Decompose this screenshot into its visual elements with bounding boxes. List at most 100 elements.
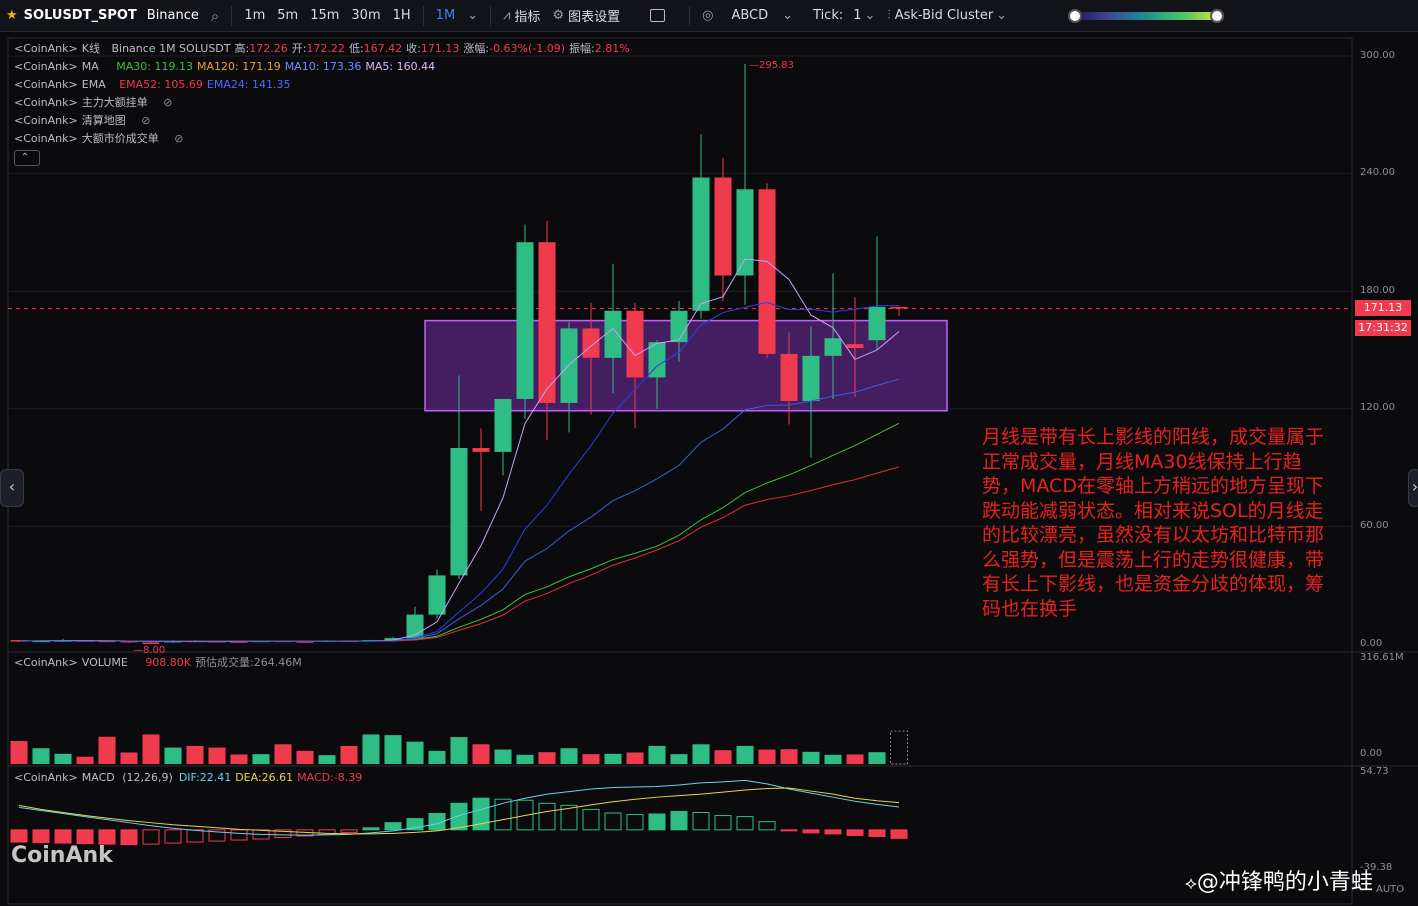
volume-bar — [780, 749, 798, 764]
symbol-name: SOLUSDT_SPOT — [23, 8, 137, 23]
symbol-selector[interactable]: ★ SOLUSDT_SPOT Binance — [0, 0, 205, 31]
change-value: -0.63%(-1.09) — [489, 42, 566, 55]
open-value: 172.22 — [306, 42, 345, 55]
legend-big-market: <CoinAnk> 大额市价成交单 ⊘ — [14, 130, 634, 148]
volume-bar — [868, 752, 886, 764]
candle-body — [560, 328, 578, 403]
candle-body — [868, 306, 886, 341]
indicators-button[interactable]: ⩘ 指标 — [497, 0, 546, 31]
volume-bar — [384, 735, 402, 764]
candle-body — [582, 328, 600, 358]
eye-off-icon[interactable]: ⊘ — [141, 114, 150, 127]
drawing-selector[interactable]: ABCD ⌄ — [719, 0, 799, 31]
candle-body — [780, 353, 798, 401]
volume-bar — [230, 754, 248, 764]
gradient-bar[interactable] — [1068, 8, 1225, 23]
macd-histogram-bar — [186, 829, 204, 843]
legend-prefix: <CoinAnk> — [14, 656, 78, 669]
legend-volume: <CoinAnk> VOLUME 908.80K 预估成交量:264.46M — [14, 654, 306, 672]
macd-dea-value: DEA:26.61 — [235, 771, 294, 784]
candle-body — [494, 399, 512, 452]
ma30-value: MA30: 119.13 — [116, 60, 193, 73]
interval-15m[interactable]: 15m — [304, 0, 345, 31]
candle-body — [516, 242, 534, 399]
chart-area[interactable]: —295.83 —8.00 <CoinAnk> K线 Binance 1M SOLU… — [0, 32, 1418, 906]
slider-handle-right[interactable] — [1210, 8, 1225, 23]
countdown-tag: 17:31:32 — [1355, 320, 1411, 336]
candle-body — [472, 448, 490, 452]
interval-30m[interactable]: 30m — [345, 0, 386, 31]
volume-bar — [692, 744, 710, 764]
chevron-down-icon[interactable]: ⌄ — [461, 0, 484, 31]
macd-histogram-bar — [54, 829, 72, 844]
legend-name: EMA — [81, 78, 106, 91]
close-label: 收: — [406, 42, 421, 55]
heatmap-gradient-slider[interactable] — [1067, 0, 1225, 31]
divider — [689, 5, 691, 26]
exchange-name: Binance — [146, 8, 199, 23]
macd-histogram-bar — [692, 811, 710, 831]
macd-histogram-bar — [780, 829, 798, 832]
volume-bar — [670, 754, 688, 764]
indicators-label: 指标 — [514, 10, 541, 25]
auto-scale-label[interactable]: AUTO — [1376, 884, 1404, 895]
interval-1h[interactable]: 1H — [387, 0, 417, 31]
star-icon[interactable]: ★ — [6, 8, 18, 23]
chart-settings-button[interactable]: ⚙ 图表设置 — [546, 0, 626, 31]
interval-1M[interactable]: 1M — [430, 0, 462, 31]
volume-bar — [340, 745, 358, 764]
volume-bar — [318, 755, 336, 764]
macd-histogram-bar — [736, 816, 754, 831]
eye-icon[interactable]: ◎ — [696, 0, 719, 31]
eye-off-icon[interactable]: ⊘ — [163, 96, 172, 109]
gear-icon: ⚙ — [552, 8, 565, 23]
fullscreen-button[interactable] — [644, 0, 671, 31]
cluster-icon: ⫶ — [887, 8, 891, 23]
macd-histogram-bar — [362, 827, 380, 831]
square-icon — [650, 9, 666, 22]
macd-histogram-bar — [384, 822, 402, 831]
candle-body — [626, 310, 644, 378]
volume-bar — [296, 750, 314, 764]
price-tick: 0.00 — [1360, 638, 1383, 649]
scroll-right-button[interactable]: › — [1408, 469, 1418, 507]
eye-off-icon[interactable]: ⊘ — [174, 132, 183, 145]
cluster-selector[interactable]: ⫶ Ask-Bid Cluster ⌄ — [881, 0, 1013, 31]
macd-histogram-bar — [626, 814, 644, 831]
interval-5m[interactable]: 5m — [271, 0, 304, 31]
candle-body — [428, 575, 446, 615]
candle-body — [824, 338, 842, 356]
macd-histogram-bar — [648, 813, 666, 831]
price-tick: 120.00 — [1360, 402, 1395, 413]
legend-name: MA — [81, 60, 99, 73]
legend-ema: <CoinAnk> EMA EMA52: 105.69 EMA24: 141.35 — [14, 76, 634, 94]
tick-selector[interactable]: Tick: 1 ⌄ — [807, 0, 881, 31]
macd-histogram-bar — [340, 829, 358, 833]
legend-kline: <CoinAnk> K线 Binance 1M SOLUSDT 高:172.26 开:… — [14, 40, 634, 58]
divider — [490, 5, 492, 26]
macd-histogram-bar — [120, 829, 138, 846]
candle-body — [802, 355, 820, 401]
ma5-value: MA5: 160.44 — [365, 60, 436, 73]
volume-bar — [54, 753, 72, 764]
collapse-legend-button[interactable]: ⌃ — [14, 150, 40, 166]
volume-bar — [714, 750, 732, 764]
scroll-left-button[interactable]: ‹ — [0, 469, 24, 507]
volume-bar — [142, 734, 160, 764]
macd-histogram-bar — [10, 829, 28, 843]
candle-body — [736, 189, 754, 276]
macd-histogram-bar — [538, 802, 556, 831]
candle-body — [890, 306, 908, 309]
macd-histogram-bar — [714, 815, 732, 831]
macd-histogram-bar — [582, 808, 600, 831]
high-annotation: —295.83 — [749, 60, 794, 71]
macd-dif-value: DIF:22.41 — [178, 771, 232, 784]
volume-bar — [252, 754, 270, 764]
legend-prefix: <CoinAnk> — [14, 132, 78, 145]
search-icon[interactable]: ⌕ — [205, 0, 225, 31]
slider-handle-left[interactable] — [1068, 8, 1083, 23]
volume-bar — [428, 750, 446, 764]
macd-histogram-bar — [450, 802, 468, 831]
interval-1m[interactable]: 1m — [238, 0, 271, 31]
last-price-tag: 171.13 — [1355, 300, 1411, 316]
